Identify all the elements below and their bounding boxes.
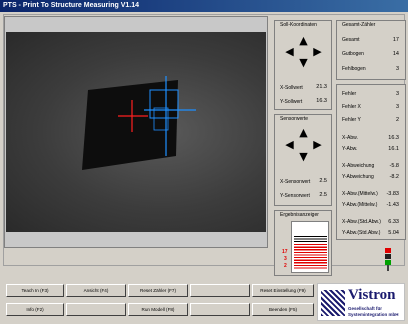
x-stdabw-value: 6.33 — [388, 219, 399, 225]
fehler-x-label: Fehler X — [342, 104, 361, 110]
error-count-2: 3 — [284, 256, 287, 262]
info-button[interactable]: Info (F2) — [6, 303, 64, 316]
logo-line2: Systemintegration mbH — [348, 312, 399, 317]
arrow-down-icon[interactable]: ▼ — [298, 57, 309, 68]
sensor-x-value: 2.5 — [319, 178, 327, 184]
black-bars — [294, 236, 327, 244]
soll-panel: Soll-Koordinaten ▲ ◀ ▶ ▼ X-Sollwert 21.3… — [274, 20, 332, 110]
teach-in-button[interactable]: Teach In (F3) — [6, 284, 64, 297]
reset-einstellung-button[interactable]: Reset Einstellung (F9) — [252, 284, 314, 297]
gesamt-panel: Gesamt-Zähler Gesamt 17 Gutbogen 14 Fehl… — [336, 20, 406, 80]
y-abw-label: Y-Abw. — [342, 146, 358, 152]
disabled-button-1[interactable] — [190, 284, 250, 297]
fehler-x-value: 3 — [395, 104, 399, 110]
stats-panel: Fehler 3 Fehler X 3 Fehler Y 2 X-Abw. 16… — [336, 84, 406, 240]
soll-y-value: 16.3 — [316, 98, 327, 104]
arrow-down-icon[interactable]: ▼ — [298, 151, 309, 162]
camera-view — [6, 32, 266, 232]
error-display-panel: Ergebnisanzeiger 17 3 2 — [274, 210, 332, 276]
y-abweichung-label: Y-Abweichung — [342, 174, 374, 180]
x-abweichung-value: -5.8 — [389, 163, 399, 169]
error-count-3: 2 — [284, 263, 287, 269]
logo-mark-icon — [321, 290, 345, 316]
error-count-1: 17 — [282, 249, 288, 255]
gesamt-label: Gesamt — [342, 37, 360, 43]
print-mark — [82, 80, 178, 170]
arrow-left-icon[interactable]: ◀ — [284, 139, 295, 150]
arrow-right-icon[interactable]: ▶ — [312, 139, 323, 150]
logo-line1: Gesellschaft für — [348, 306, 383, 311]
sensor-panel: Sensorwerte ▲ ◀ ▶ ▼ X-Sensorwert 2.5 Y-S… — [274, 114, 332, 206]
soll-x-value: 21.3 — [316, 84, 327, 90]
y-stdabw-value: 5.04 — [388, 230, 399, 236]
arrow-up-icon[interactable]: ▲ — [298, 127, 309, 138]
soll-panel-title: Soll-Koordinaten — [279, 22, 318, 28]
fehler-y-label: Fehler Y — [342, 117, 361, 123]
arrow-up-icon[interactable]: ▲ — [298, 35, 309, 46]
fehler-label: Fehler — [342, 91, 357, 97]
gesamt-title: Gesamt-Zähler — [341, 22, 377, 28]
fehler-y-value: 2 — [395, 117, 399, 123]
sensor-panel-title: Sensorwerte — [279, 116, 310, 122]
logo-brand: Vistron — [348, 287, 396, 303]
x-mittelw-value: -3.83 — [386, 191, 399, 197]
y-mittelw-value: -1.43 — [386, 202, 399, 208]
error-display-screen — [291, 221, 329, 273]
run-modell-button[interactable]: Run Modell (F8) — [128, 303, 188, 316]
window-title: PTS - Print To Structure Measuring V1.14 — [0, 0, 408, 12]
sensor-y-value: 2.5 — [319, 192, 327, 198]
fehlbogen-value: 3 — [395, 66, 399, 72]
vistron-logo: Vistron Gesellschaft für Systemintegrati… — [317, 283, 405, 321]
fehler-value: 3 — [395, 91, 399, 97]
error-display-title: Ergebnisanzeiger — [279, 212, 320, 218]
x-abw-label: X-Abw. — [342, 135, 358, 141]
disabled-button-2[interactable] — [66, 303, 126, 316]
disabled-button-3[interactable] — [190, 303, 250, 316]
arrow-right-icon[interactable]: ▶ — [312, 46, 323, 57]
red-bars — [294, 244, 327, 270]
signal-light-icon — [382, 248, 394, 272]
fehlbogen-label: Fehlbogen — [342, 66, 366, 72]
y-abweichung-value: -8.2 — [389, 174, 399, 180]
reset-zaehler-button[interactable]: Reset Zähler (F7) — [128, 284, 188, 297]
ansicht-button[interactable]: Ansicht (F4) — [66, 284, 126, 297]
beenden-button[interactable]: Beenden (F5) — [252, 303, 314, 316]
gesamt-value: 17 — [392, 37, 399, 43]
gutbogen-label: Gutbogen — [342, 51, 364, 57]
y-abw-value: 16.1 — [388, 146, 399, 152]
arrow-left-icon[interactable]: ◀ — [284, 46, 295, 57]
x-abweichung-label: X-Abweichung — [342, 163, 375, 169]
gutbogen-value: 14 — [392, 51, 399, 57]
x-abw-value: 16.3 — [388, 135, 399, 141]
